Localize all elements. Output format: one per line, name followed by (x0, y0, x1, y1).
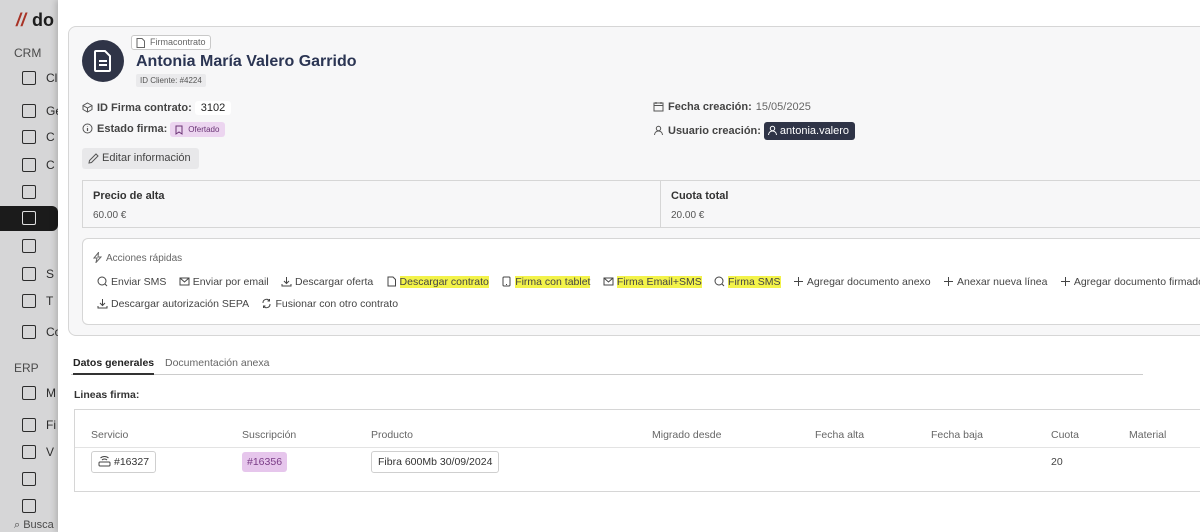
created-user-field: Usuario creación: antonia.valero (653, 122, 856, 140)
download-icon (281, 277, 292, 287)
contract-id-field: ID Firma contrato: 3102 (82, 101, 232, 115)
plus-icon (943, 277, 953, 286)
file-icon (136, 38, 145, 48)
doc-type-tag: Firmacontrato (131, 35, 211, 50)
document-avatar (82, 40, 124, 82)
col-migrado: Migrado desde (652, 429, 722, 441)
servicio-link[interactable]: #16327 (91, 451, 157, 473)
document-icon (94, 50, 111, 72)
tab-documentacion-anexa[interactable]: Documentación anexa (165, 357, 269, 375)
file-icon (387, 276, 396, 287)
download-contract-button[interactable]: Descargar contrato (386, 276, 489, 288)
cuota-total: Cuota total 20.00 € (671, 190, 729, 221)
col-fecha-baja: Fecha baja (931, 429, 983, 441)
created-date-field: Fecha creación: 15/05/2025 (653, 101, 811, 113)
send-sms-button[interactable]: Enviar SMS (97, 276, 166, 288)
quick-actions-row-2: Descargar autorización SEPA Fusionar con… (97, 296, 407, 310)
client-name: Antonia María Valero Garrido (136, 53, 357, 70)
quick-actions-row-1: Enviar SMS Enviar por email Descargar of… (97, 274, 1200, 288)
col-producto: Producto (371, 429, 414, 441)
status-badge: Ofertado (170, 122, 226, 137)
contract-id-value: 3102 (194, 101, 232, 115)
lines-title: Lineas firma: (74, 389, 140, 401)
mail-icon (179, 277, 190, 286)
add-signed-document-button[interactable]: Agregar documento firmado (1060, 276, 1200, 288)
lightning-icon (92, 250, 103, 265)
user-badge[interactable]: antonia.valero (763, 122, 856, 140)
cube-icon (82, 102, 93, 113)
lines-table: Servicio Suscripción Producto Migrado de… (74, 409, 1200, 492)
pencil-icon (88, 153, 99, 164)
modal-backdrop[interactable] (0, 0, 58, 532)
contract-drawer: Firmacontrato Antonia María Valero Garri… (58, 0, 1200, 532)
mail-icon (603, 277, 614, 286)
sms-sign-button[interactable]: Firma SMS (714, 276, 781, 288)
router-icon (98, 456, 111, 467)
col-suscripcion: Suscripción (242, 429, 297, 441)
user-icon (767, 125, 777, 136)
add-annex-document-button[interactable]: Agregar documento anexo (793, 276, 931, 288)
tablet-icon (502, 276, 511, 287)
add-new-line-button[interactable]: Anexar nueva línea (943, 276, 1047, 288)
suscripcion-link[interactable]: #16356 (242, 452, 288, 472)
client-id-badge: ID Cliente: #4224 (136, 74, 206, 87)
state-field: Estado firma: Ofertado (82, 122, 226, 137)
col-servicio: Servicio (91, 429, 129, 441)
tablet-sign-button[interactable]: Firma con tablet (501, 276, 591, 288)
bookmark-icon (175, 125, 183, 135)
send-email-button[interactable]: Enviar por email (179, 276, 269, 288)
col-cuota: Cuota (1051, 429, 1080, 441)
price-alta: Precio de alta 60.00 € (93, 190, 165, 221)
detail-tabs: Datos generales Documentación anexa (71, 355, 1143, 375)
tab-datos-generales[interactable]: Datos generales (73, 357, 155, 375)
user-icon (654, 125, 663, 136)
cuota-value: 20 (1051, 456, 1063, 468)
email-sms-sign-button[interactable]: Firma Email+SMS (603, 276, 702, 288)
download-offer-button[interactable]: Descargar oferta (281, 276, 373, 288)
quick-actions-panel: Acciones rápidas Enviar SMS Enviar por e… (82, 238, 1200, 325)
calendar-icon (653, 102, 664, 112)
quick-actions-title: Acciones rápidas (92, 250, 182, 265)
download-sepa-button[interactable]: Descargar autorización SEPA (97, 298, 249, 310)
col-material: Material (1129, 429, 1167, 441)
producto-chip[interactable]: Fibra 600Mb 30/09/2024 (371, 451, 500, 473)
merge-icon (262, 298, 271, 309)
contract-summary-card: Firmacontrato Antonia María Valero Garri… (68, 26, 1200, 336)
plus-icon (793, 277, 803, 286)
chat-icon (97, 276, 108, 287)
info-icon (82, 123, 93, 134)
plus-icon (1060, 277, 1070, 286)
chat-icon (714, 276, 725, 287)
prices-panel: Precio de alta 60.00 € Cuota total 20.00… (82, 180, 1200, 228)
merge-contract-button[interactable]: Fusionar con otro contrato (261, 298, 398, 310)
col-fecha-alta: Fecha alta (815, 429, 865, 441)
download-icon (97, 299, 108, 309)
edit-info-button[interactable]: Editar información (82, 148, 199, 169)
